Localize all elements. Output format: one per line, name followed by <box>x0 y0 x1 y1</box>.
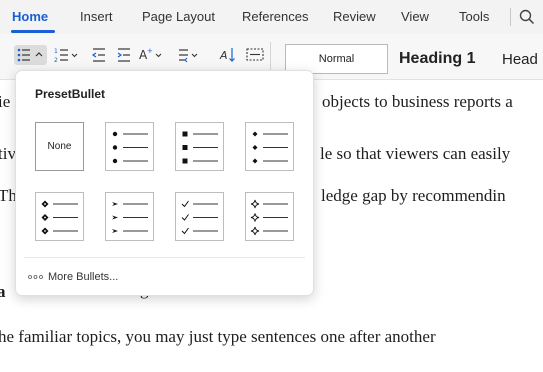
paragraph-marks-icon <box>246 48 264 61</box>
line-spacing-button[interactable] <box>176 45 202 65</box>
increase-indent-button[interactable] <box>116 45 132 65</box>
svg-text:2: 2 <box>54 57 58 64</box>
bullet-option-none-label: None <box>47 141 72 152</box>
bullets-button[interactable] <box>14 45 47 65</box>
doc-heading-fragment-left: a <box>0 282 6 301</box>
line-spacing-icon <box>179 49 198 63</box>
bullet-option-small-diamond[interactable] <box>245 122 294 171</box>
filled-square-bullet-icon <box>182 131 218 164</box>
svg-text:A: A <box>219 49 228 62</box>
change-case-button[interactable]: A + <box>138 45 168 65</box>
doc-line-fragment-left: ie <box>0 92 11 111</box>
increase-indent-icon <box>117 48 130 62</box>
panel-divider <box>24 257 305 258</box>
svg-text:+: + <box>147 47 153 55</box>
more-bullets-label: More Bullets... <box>48 271 119 283</box>
change-case-icon: A + <box>139 47 162 62</box>
style-heading-2[interactable]: Head <box>490 44 543 74</box>
menu-tab-bar: Home Insert Page Layout References Revie… <box>0 0 543 34</box>
tab-insert[interactable]: Insert <box>80 9 113 24</box>
svg-text:1: 1 <box>54 48 58 55</box>
bullet-option-fancy-diamond[interactable] <box>35 192 84 241</box>
doc-line: objects to business reports a <box>322 92 513 111</box>
tab-tools[interactable]: Tools <box>459 9 489 24</box>
small-diamond-bullet-icon <box>252 131 288 164</box>
sort-icon: A <box>219 48 235 62</box>
tab-view[interactable]: View <box>401 9 429 24</box>
filled-circle-bullet-icon <box>112 131 148 164</box>
arrowhead-bullet-icon <box>112 202 148 233</box>
doc-line-fragment-left: tiv <box>0 144 16 163</box>
bullet-list-icon <box>17 48 43 62</box>
ribbon-divider <box>270 42 271 72</box>
decrease-indent-button[interactable] <box>91 45 107 65</box>
doc-line: he familiar topics, you may just type se… <box>0 327 436 346</box>
bullet-option-filled-circle[interactable] <box>105 122 154 171</box>
outline-diamond-star-bullet-icon <box>250 199 288 236</box>
decrease-indent-icon <box>91 48 105 62</box>
bullet-option-check-mark[interactable] <box>175 192 224 241</box>
bullet-option-filled-square[interactable] <box>175 122 224 171</box>
numbering-button[interactable]: 1 2 <box>53 45 81 65</box>
search-icon[interactable] <box>518 8 536 26</box>
doc-line: le so that viewers can easily <box>320 144 511 163</box>
doc-line: ledge gap by recommendin <box>321 186 506 205</box>
bullet-option-outline-diamond-star[interactable] <box>245 192 294 241</box>
active-tab-indicator <box>11 30 55 33</box>
numbered-list-icon: 1 2 <box>54 48 78 64</box>
tab-home[interactable]: Home <box>12 9 48 24</box>
panel-title: PresetBullet <box>35 87 106 101</box>
more-dots-icon <box>28 275 43 279</box>
tab-references[interactable]: References <box>242 9 308 24</box>
preset-bullet-dropdown: PresetBullet None More Bullets... <box>15 70 314 296</box>
sort-button[interactable]: A <box>219 45 237 65</box>
bullet-option-none[interactable]: None <box>35 122 84 171</box>
tab-separator <box>510 8 511 26</box>
more-bullets-button[interactable]: More Bullets... <box>28 269 118 285</box>
tab-review[interactable]: Review <box>333 9 376 24</box>
bullet-option-arrowhead[interactable] <box>105 192 154 241</box>
fancy-diamond-bullet-icon <box>41 200 78 235</box>
style-heading-1[interactable]: Heading 1 <box>394 44 490 74</box>
show-hide-marks-button[interactable] <box>245 45 265 65</box>
check-mark-bullet-icon <box>181 200 218 235</box>
tab-page-layout[interactable]: Page Layout <box>142 9 215 24</box>
